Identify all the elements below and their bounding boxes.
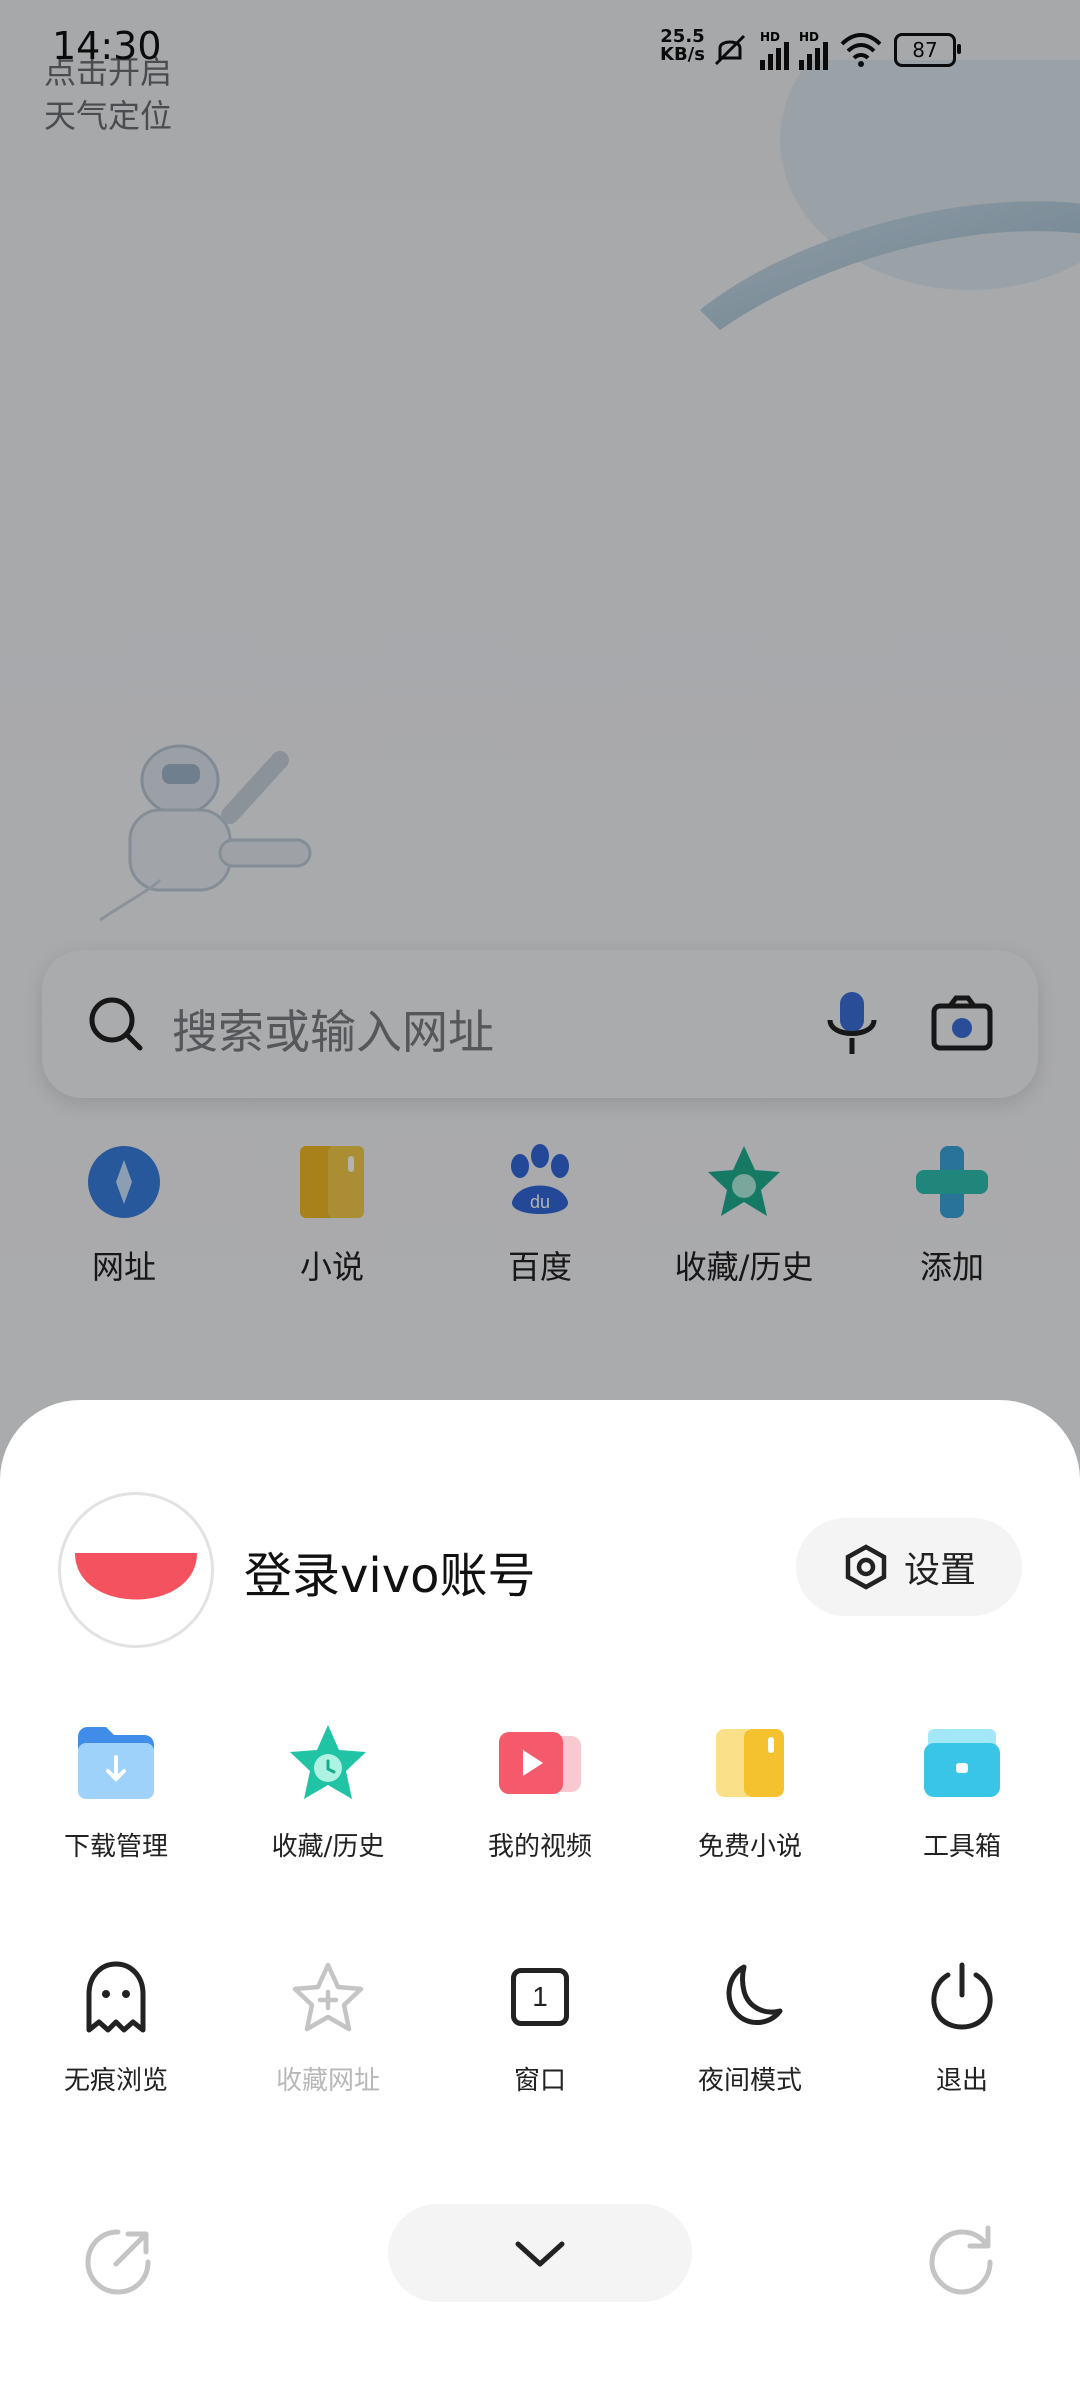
menu-item-toolbox[interactable]: 工具箱 bbox=[862, 1718, 1062, 1863]
menu-item-label: 窗口 bbox=[513, 2066, 566, 2096]
menu-item-label: 工具箱 bbox=[922, 1832, 1001, 1862]
menu-item-label: 我的视频 bbox=[487, 1832, 592, 1862]
menu-item-label: 下载管理 bbox=[63, 1832, 168, 1862]
menu-item-exit[interactable]: 退出 bbox=[862, 1952, 1062, 2097]
share-icon[interactable] bbox=[78, 2222, 158, 2302]
menu-item-label: 退出 bbox=[935, 2066, 988, 2096]
login-vivo-account[interactable]: 登录vivo账号 bbox=[244, 1536, 536, 1606]
ghost-icon bbox=[86, 1961, 146, 2033]
menu-item-my-videos[interactable]: 我的视频 bbox=[440, 1718, 640, 1863]
menu-item-free-novels[interactable]: 免费小说 bbox=[650, 1718, 850, 1863]
feature-row-2: 无痕浏览 收藏网址 1 窗口 夜间模式 退出 bbox=[0, 1952, 1080, 2096]
settings-hexagon-icon bbox=[845, 1544, 887, 1590]
settings-button[interactable]: 设置 bbox=[796, 1518, 1022, 1616]
window-count: 1 bbox=[532, 1981, 548, 2012]
menu-item-bookmark-url: 收藏网址 bbox=[228, 1952, 428, 2097]
toolbox-icon bbox=[924, 1729, 1000, 1797]
avatar-placeholder-icon bbox=[75, 1553, 197, 1600]
chevron-down-icon bbox=[515, 2241, 565, 2267]
book-icon bbox=[716, 1729, 784, 1797]
refresh-icon[interactable] bbox=[922, 2222, 1002, 2302]
star-clock-icon bbox=[290, 1725, 366, 1799]
star-plus-icon bbox=[292, 1962, 364, 2032]
feature-row-1: 下载管理 收藏/历史 我的视频 免费小说 工具箱 bbox=[0, 1718, 1080, 1862]
menu-item-windows[interactable]: 1 窗口 bbox=[440, 1952, 640, 2097]
menu-item-label: 无痕浏览 bbox=[63, 2066, 168, 2096]
avatar[interactable] bbox=[58, 1492, 214, 1648]
video-icon bbox=[499, 1732, 581, 1794]
menu-item-favorites-history[interactable]: 收藏/历史 bbox=[228, 1718, 428, 1863]
menu-item-night-mode[interactable]: 夜间模式 bbox=[650, 1952, 850, 2097]
menu-item-label: 夜间模式 bbox=[697, 2066, 802, 2096]
power-icon bbox=[931, 1962, 993, 2030]
menu-item-downloads[interactable]: 下载管理 bbox=[16, 1718, 216, 1863]
menu-item-incognito[interactable]: 无痕浏览 bbox=[16, 1952, 216, 2097]
collapse-sheet-button[interactable] bbox=[388, 2204, 692, 2302]
download-folder-icon bbox=[78, 1727, 154, 1799]
menu-bottom-sheet: 登录vivo账号 设置 下载管理 收藏/历史 我的视频 免费小说 工具箱 无痕浏… bbox=[0, 1400, 1080, 2400]
window-count-icon: 1 bbox=[511, 1968, 569, 2026]
moon-icon bbox=[726, 1964, 783, 2025]
menu-item-label: 免费小说 bbox=[697, 1832, 802, 1862]
settings-label: 设置 bbox=[903, 1550, 976, 1591]
sheet-bottom-bar bbox=[0, 2200, 1080, 2310]
menu-item-label: 收藏网址 bbox=[275, 2066, 380, 2096]
menu-item-label: 收藏/历史 bbox=[271, 1832, 385, 1862]
